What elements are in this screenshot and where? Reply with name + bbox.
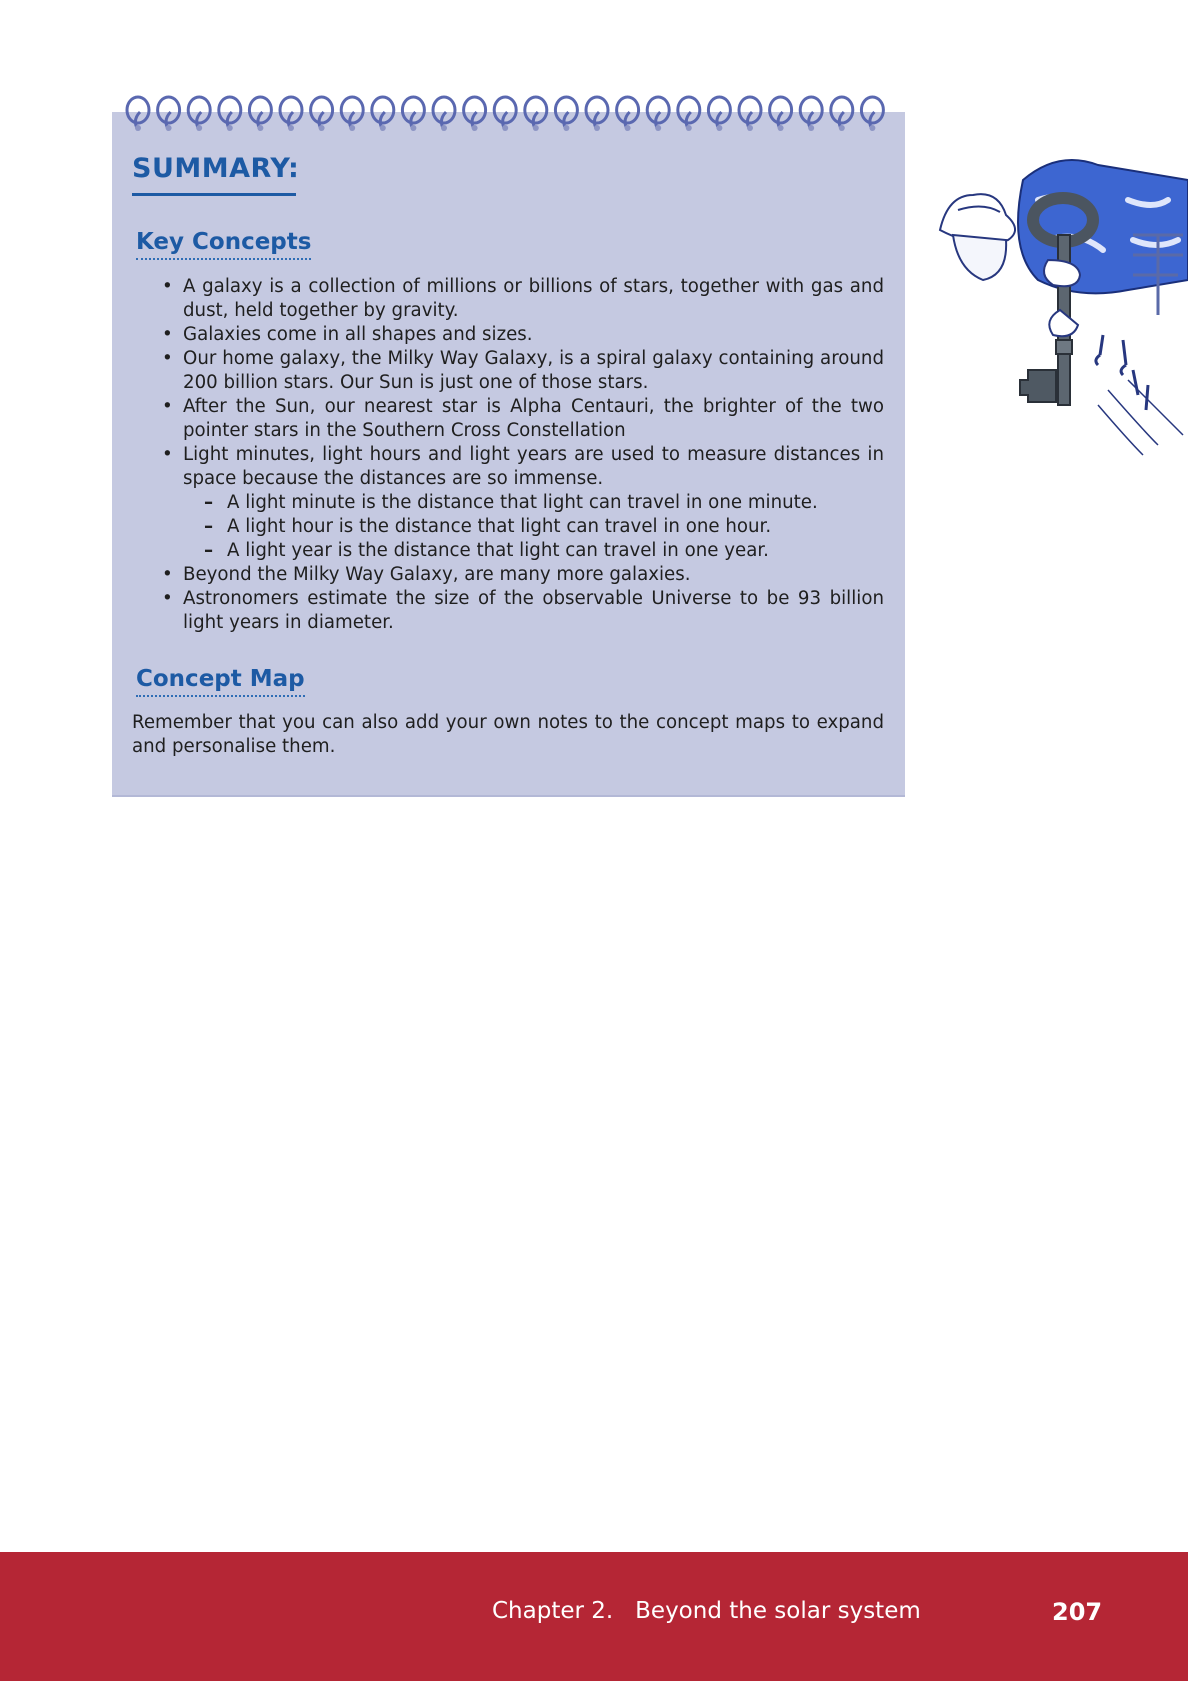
spiral-ring	[156, 95, 182, 131]
spiral-ring	[737, 95, 763, 131]
spiral-ring	[339, 95, 365, 131]
list-item: A galaxy is a collection of millions or …	[162, 275, 884, 323]
key-bit	[1019, 369, 1057, 403]
spiral-ring	[615, 95, 641, 131]
spiral-ring	[247, 95, 273, 131]
concept-map-heading: Concept Map	[136, 666, 305, 697]
spiral-ring	[798, 95, 824, 131]
spiral-ring	[645, 95, 671, 131]
concept-map-note: Remember that you can also add your own …	[132, 712, 884, 757]
spiral-ring	[462, 95, 488, 131]
spiral-ring	[584, 95, 610, 131]
sub-list-item: A light hour is the distance that light …	[162, 515, 884, 539]
spiral-ring	[278, 95, 304, 131]
list-item: After the Sun, our nearest star is Alpha…	[162, 395, 884, 443]
motion-lines	[1097, 379, 1184, 456]
spiral-ring	[125, 95, 151, 131]
sub-list-container: A light minute is the distance that ligh…	[162, 491, 884, 563]
spiral-ring	[492, 95, 518, 131]
list-item: Galaxies come in all shapes and sizes.	[162, 323, 884, 347]
light-distance-sublist: A light minute is the distance that ligh…	[162, 491, 884, 563]
spiral-ring	[400, 95, 426, 131]
spiral-ring	[706, 95, 732, 131]
spiral-ring	[829, 95, 855, 131]
spiral-ring	[370, 95, 396, 131]
key-concepts-list: A galaxy is a collection of millions or …	[162, 275, 884, 635]
spiral-ring	[186, 95, 212, 131]
sub-list-item: A light year is the distance that light …	[162, 539, 884, 563]
list-item: Beyond the Milky Way Galaxy, are many mo…	[162, 563, 884, 587]
spiral-ring	[431, 95, 457, 131]
page-number: 207	[1052, 1598, 1103, 1626]
spiral-ring	[768, 95, 794, 131]
spiral-ring	[217, 95, 243, 131]
key-concepts-heading: Key Concepts	[136, 229, 312, 260]
summary-title-underline	[132, 193, 296, 196]
spiral-ring	[309, 95, 335, 131]
spiral-binding	[125, 95, 885, 131]
spiral-ring	[553, 95, 579, 131]
list-item: Light minutes, light hours and light yea…	[162, 443, 884, 491]
person-holding-key-illustration	[938, 159, 1188, 456]
sub-list-item: A light minute is the distance that ligh…	[162, 491, 884, 515]
spiral-ring	[859, 95, 885, 131]
face-shape	[951, 233, 1008, 282]
hat-shape	[938, 193, 1016, 245]
spiral-ring	[676, 95, 702, 131]
list-item: Astronomers estimate the size of the obs…	[162, 587, 884, 635]
list-item: Our home galaxy, the Milky Way Galaxy, i…	[162, 347, 884, 395]
summary-title: SUMMARY:	[132, 153, 300, 184]
footer-chapter-title: Chapter 2. Beyond the solar system	[492, 1598, 921, 1624]
music-notes	[1094, 334, 1150, 411]
spiral-ring	[523, 95, 549, 131]
